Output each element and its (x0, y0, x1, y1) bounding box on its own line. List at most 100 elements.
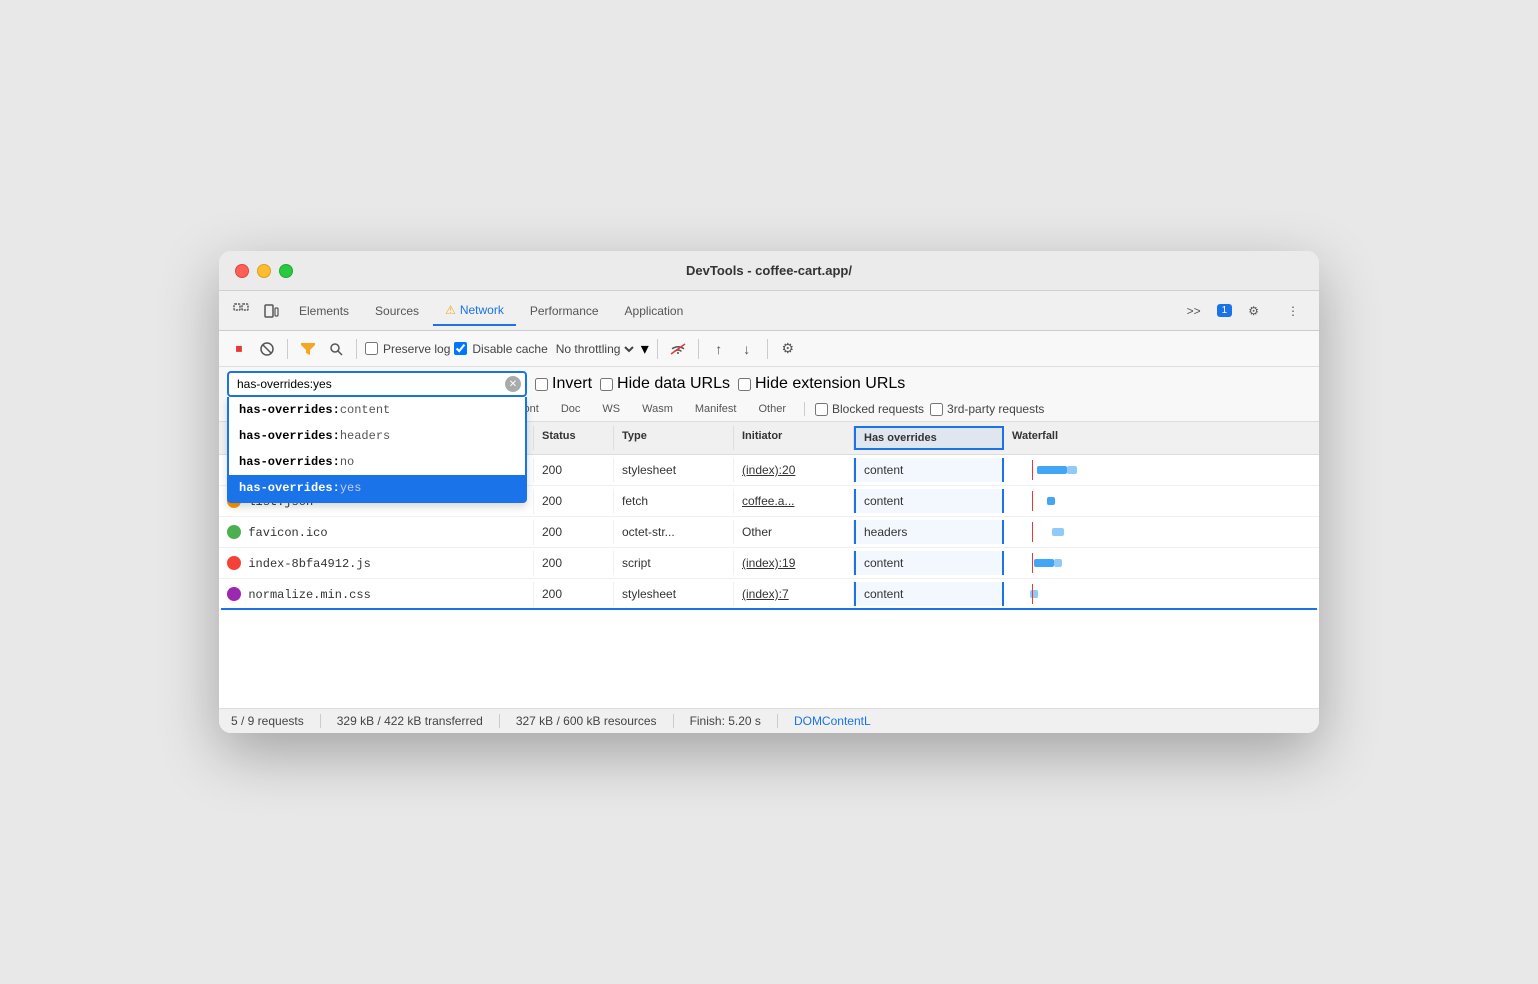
type-filter-wasm[interactable]: Wasm (634, 401, 681, 417)
td-initiator: Other (734, 520, 854, 544)
table-row[interactable]: normalize.min.css 200 stylesheet (index)… (219, 579, 1319, 610)
status-bar: 5 / 9 requests 329 kB / 422 kB transferr… (219, 708, 1319, 733)
menu-button[interactable]: ⋮ (1275, 296, 1311, 326)
device-icon[interactable] (257, 297, 285, 325)
invert-checkbox[interactable] (535, 378, 548, 391)
requests-count: 5 / 9 requests (231, 714, 304, 728)
window-title: DevTools - coffee-cart.app/ (686, 263, 852, 278)
td-type: stylesheet (614, 458, 734, 482)
hide-extension-urls-checkbox[interactable] (738, 378, 751, 391)
hide-extension-urls-label: Hide extension URLs (755, 375, 905, 393)
preserve-log-text: Preserve log (383, 342, 450, 356)
stop-recording-button[interactable]: ⏹ (227, 337, 251, 361)
preserve-log-label[interactable]: Preserve log (365, 342, 450, 356)
tab-network[interactable]: ⚠ Network (433, 296, 516, 326)
dom-content-loaded[interactable]: DOMContentL (794, 714, 871, 728)
autocomplete-item-content[interactable]: has-overrides:content (229, 397, 525, 423)
td-waterfall (1004, 455, 1319, 485)
hide-data-urls-option[interactable]: Hide data URLs (600, 375, 730, 393)
tab-application[interactable]: Application (613, 296, 696, 326)
td-type: stylesheet (614, 582, 734, 606)
waterfall-line-red (1032, 553, 1033, 573)
autocomplete-item-no[interactable]: has-overrides:no (229, 449, 525, 475)
third-party-option[interactable]: 3rd-party requests (930, 402, 1044, 416)
blocked-label: Blocked requests (832, 402, 924, 416)
waterfall-bar (1012, 522, 1311, 542)
type-filter-other[interactable]: Other (750, 401, 794, 417)
network-settings-button[interactable]: ⚙ (776, 337, 800, 361)
tabs-right-controls: >> 1 ⚙ ⋮ (1175, 296, 1311, 326)
autocomplete-key: has-overrides: (239, 455, 340, 469)
toolbar-divider-4 (698, 339, 699, 359)
initiator-link[interactable]: coffee.a... (742, 494, 794, 508)
toolbar-divider-5 (767, 339, 768, 359)
td-waterfall (1004, 517, 1319, 547)
initiator-link[interactable]: (index):7 (742, 587, 789, 601)
waterfall-bar-blue (1034, 559, 1054, 567)
filter-input[interactable] (227, 371, 527, 397)
third-party-checkbox[interactable] (930, 403, 943, 416)
blocked-checkbox[interactable] (815, 403, 828, 416)
type-filter-doc[interactable]: Doc (553, 401, 589, 417)
table-row[interactable]: index-8bfa4912.js 200 script (index):19 … (219, 548, 1319, 579)
td-status: 200 (534, 489, 614, 513)
tab-performance[interactable]: Performance (518, 296, 611, 326)
settings-button[interactable]: ⚙ (1236, 296, 1271, 326)
tab-sources[interactable]: Sources (363, 296, 431, 326)
initiator-link[interactable]: (index):19 (742, 556, 795, 570)
more-tabs-button[interactable]: >> (1175, 296, 1213, 326)
td-waterfall (1004, 486, 1319, 516)
autocomplete-val: content (340, 403, 390, 417)
upload-har-button[interactable]: ↑ (707, 337, 731, 361)
hide-data-urls-checkbox[interactable] (600, 378, 613, 391)
initiator-link[interactable]: (index):20 (742, 463, 795, 477)
close-button[interactable] (235, 264, 249, 278)
search-button[interactable] (324, 337, 348, 361)
throttle-dropdown-icon: ▾ (641, 339, 649, 359)
td-waterfall (1004, 579, 1319, 609)
throttle-select[interactable]: No throttling (552, 341, 637, 357)
td-has-overrides: content (854, 489, 1004, 513)
type-filter-ws[interactable]: WS (594, 401, 628, 417)
status-divider-1 (320, 714, 321, 728)
th-status: Status (534, 426, 614, 450)
td-has-overrides: content (854, 458, 1004, 482)
filter-bar: ✕ has-overrides:content has-overrides:he… (219, 367, 1319, 422)
th-has-overrides: Has overrides (854, 426, 1004, 450)
network-toolbar: ⏹ Preserve log Disable cache (219, 331, 1319, 367)
disable-cache-checkbox[interactable] (454, 342, 467, 355)
invert-option[interactable]: Invert (535, 375, 592, 393)
waterfall-bar (1012, 584, 1311, 604)
devtools-tabbar: Elements Sources ⚠ Network Performance A… (219, 291, 1319, 331)
waterfall-line-red (1032, 460, 1033, 480)
autocomplete-item-headers[interactable]: has-overrides:headers (229, 423, 525, 449)
tab-elements[interactable]: Elements (287, 296, 361, 326)
titlebar: DevTools - coffee-cart.app/ (219, 251, 1319, 291)
inspect-icon[interactable] (227, 297, 255, 325)
toolbar-divider-1 (287, 339, 288, 359)
notification-badge: 1 (1217, 304, 1233, 317)
table-row[interactable]: favicon.ico 200 octet-str... Other heade… (219, 517, 1319, 548)
type-filter-manifest[interactable]: Manifest (687, 401, 745, 417)
hide-extension-urls-option[interactable]: Hide extension URLs (738, 375, 905, 393)
minimize-button[interactable] (257, 264, 271, 278)
blocked-requests-option[interactable]: Blocked requests (815, 402, 924, 416)
td-status: 200 (534, 458, 614, 482)
filter-divider (804, 402, 805, 416)
clear-filter-button[interactable]: ✕ (505, 376, 521, 392)
maximize-button[interactable] (279, 264, 293, 278)
autocomplete-val: yes (340, 481, 362, 495)
th-type: Type (614, 426, 734, 450)
filter-button[interactable] (296, 337, 320, 361)
download-har-button[interactable]: ↓ (735, 337, 759, 361)
th-waterfall: Waterfall (1004, 426, 1319, 450)
autocomplete-item-yes[interactable]: has-overrides:yes (229, 475, 525, 501)
clear-button[interactable] (255, 337, 279, 361)
td-initiator: (index):19 (734, 551, 854, 575)
td-name: index-8bfa4912.js (219, 551, 534, 576)
disable-cache-label[interactable]: Disable cache (454, 342, 547, 356)
hide-data-urls-label: Hide data URLs (617, 375, 730, 393)
preserve-log-checkbox[interactable] (365, 342, 378, 355)
wifi-icon[interactable] (666, 337, 690, 361)
td-waterfall (1004, 548, 1319, 578)
